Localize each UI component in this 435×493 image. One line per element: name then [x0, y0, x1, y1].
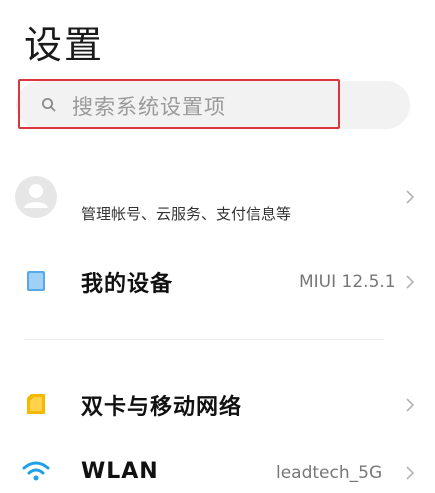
- wifi-icon: [22, 461, 50, 481]
- avatar-icon: [15, 176, 57, 218]
- chevron-right-icon: [406, 190, 415, 204]
- account-row[interactable]: 管理帐号、云服务、支付信息等: [0, 165, 435, 235]
- search-highlight-box: [18, 79, 340, 129]
- wlan-network-value: leadtech_5G: [276, 463, 383, 483]
- chevron-right-icon: [406, 275, 415, 289]
- account-subtitle: 管理帐号、云服务、支付信息等: [81, 205, 292, 223]
- page-title: 设置: [24, 23, 105, 67]
- wlan-row[interactable]: WLAN leadtech_5G: [0, 453, 435, 493]
- my-device-label: 我的设备: [81, 272, 174, 297]
- sim-network-label: 双卡与移动网络: [81, 395, 243, 420]
- section-divider: [24, 339, 384, 340]
- device-icon: [27, 271, 45, 291]
- chevron-right-icon: [406, 398, 415, 412]
- sim-network-row[interactable]: 双卡与移动网络: [0, 381, 435, 431]
- sim-card-icon: [27, 394, 45, 414]
- wlan-label: WLAN: [81, 459, 159, 484]
- search-container[interactable]: 搜索系统设置项: [16, 79, 410, 129]
- my-device-row[interactable]: 我的设备 MIUI 12.5.1: [0, 258, 435, 308]
- miui-version-value: MIUI 12.5.1: [299, 272, 396, 292]
